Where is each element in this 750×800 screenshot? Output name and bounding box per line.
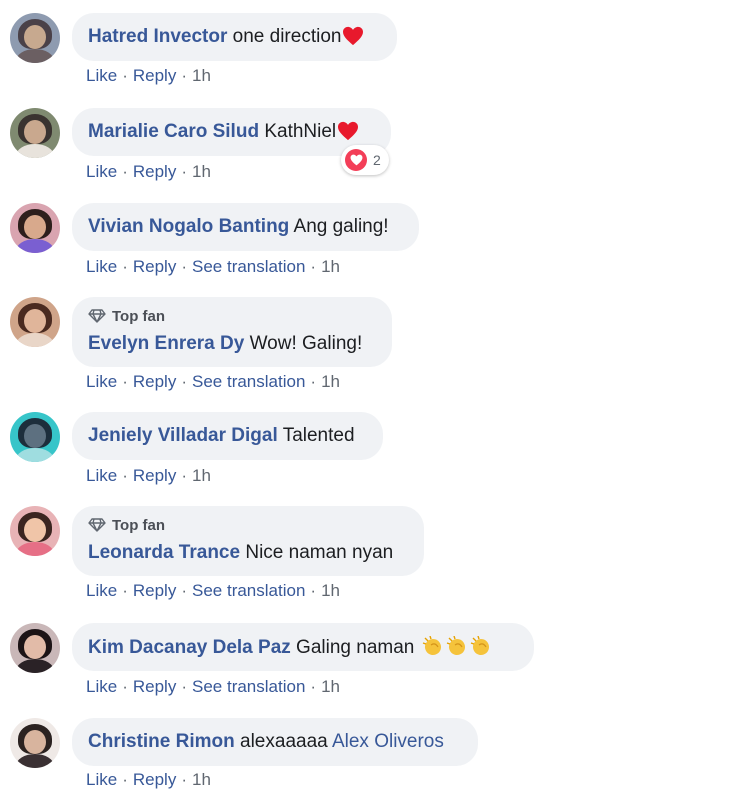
avatar-face (24, 730, 46, 754)
comment-actions: Like · Reply · 1h (86, 466, 211, 485)
see-translation-link[interactable]: See translation (192, 677, 305, 696)
see-translation-link[interactable]: See translation (192, 581, 305, 600)
comment-timestamp[interactable]: 1h (321, 581, 340, 600)
avatar[interactable] (10, 506, 60, 556)
comment-timestamp[interactable]: 1h (321, 677, 340, 696)
comment-bubble: Top fan Leonarda Trance Nice naman nyan (72, 506, 424, 576)
reply-link[interactable]: Reply (133, 372, 176, 391)
comment-text: Ang galing! (293, 216, 389, 237)
avatar-face (24, 309, 46, 333)
avatar[interactable] (10, 623, 60, 673)
reply-link[interactable]: Reply (133, 770, 176, 789)
comment-actions: Like · Reply · 1h (86, 770, 211, 789)
reply-link[interactable]: Reply (133, 677, 176, 696)
like-link[interactable]: Like (86, 66, 117, 85)
avatar-body (16, 542, 54, 556)
reaction-badge[interactable]: 2 (341, 145, 389, 175)
comment-actions: Like · Reply · See translation · 1h (86, 257, 340, 276)
comment-author[interactable]: Vivian Nogalo Banting (88, 216, 289, 237)
avatar-body (16, 333, 54, 347)
clap-emoji-icon (444, 636, 468, 658)
comment-timestamp[interactable]: 1h (192, 66, 211, 85)
comment-bubble: Christine Rimon alexaaaaa Alex Oliveros (72, 718, 478, 766)
avatar[interactable] (10, 412, 60, 462)
comment-timestamp[interactable]: 1h (321, 257, 340, 276)
top-fan-label: Top fan (112, 307, 166, 325)
heart-emoji-icon (342, 26, 364, 46)
comment-actions: Like · Reply · 1h (86, 162, 211, 181)
see-translation-link[interactable]: See translation (192, 372, 305, 391)
avatar-face (24, 120, 46, 144)
see-translation-link[interactable]: See translation (192, 257, 305, 276)
avatar-body (16, 448, 54, 462)
comment-bubble: Hatred Invector one direction (72, 13, 397, 61)
comment-bubble: Jeniely Villadar Digal Talented (72, 412, 383, 460)
like-link[interactable]: Like (86, 372, 117, 391)
like-link[interactable]: Like (86, 162, 117, 181)
comment-actions: Like · Reply · See translation · 1h (86, 372, 340, 391)
avatar-body (16, 754, 54, 768)
comment-author[interactable]: Christine Rimon (88, 731, 235, 752)
reaction-count: 2 (373, 152, 381, 168)
top-fan-label: Top fan (112, 516, 166, 534)
top-fan-diamond-icon (88, 309, 106, 323)
avatar[interactable] (10, 203, 60, 253)
reply-link[interactable]: Reply (133, 257, 176, 276)
like-link[interactable]: Like (86, 257, 117, 276)
comment-timestamp[interactable]: 1h (192, 466, 211, 485)
avatar[interactable] (10, 297, 60, 347)
comment-text: alexaaaaa (240, 731, 328, 752)
comment-text: one direction (232, 26, 342, 47)
comment-text: KathNiel (264, 121, 337, 142)
avatar-face (24, 215, 46, 239)
top-fan-diamond-icon (88, 518, 106, 532)
avatar-face (24, 25, 46, 49)
comment-bubble: Top fan Evelyn Enrera Dy Wow! Galing! (72, 297, 392, 367)
clap-emoji-icon (420, 636, 444, 658)
avatar-body (16, 659, 54, 673)
avatar-face (24, 518, 46, 542)
mention-link[interactable]: Alex Oliveros (332, 731, 444, 752)
comment-bubble: Kim Dacanay Dela Paz Galing naman (72, 623, 534, 671)
heart-emoji-icon (337, 121, 359, 141)
avatar-face (24, 424, 46, 448)
comment-bubble: Vivian Nogalo Banting Ang galing! (72, 203, 419, 251)
avatar-body (16, 49, 54, 63)
like-link[interactable]: Like (86, 770, 117, 789)
like-link[interactable]: Like (86, 581, 117, 600)
comment-author[interactable]: Jeniely Villadar Digal (88, 425, 278, 446)
reply-link[interactable]: Reply (133, 66, 176, 85)
reply-link[interactable]: Reply (133, 581, 176, 600)
comment-text: Talented (282, 425, 355, 446)
like-link[interactable]: Like (86, 466, 117, 485)
comment-text: Wow! Galing! (249, 333, 363, 354)
clap-emoji-icon (468, 636, 492, 658)
comment-text: Nice naman nyan (245, 542, 394, 563)
comment-actions: Like · Reply · See translation · 1h (86, 581, 340, 600)
avatar-body (16, 239, 54, 253)
avatar-face (24, 635, 46, 659)
comment-author[interactable]: Leonarda Trance (88, 542, 240, 563)
love-reaction-icon (345, 149, 367, 171)
comment-timestamp[interactable]: 1h (192, 162, 211, 181)
avatar[interactable] (10, 13, 60, 63)
comment-author[interactable]: Kim Dacanay Dela Paz (88, 637, 291, 658)
reply-link[interactable]: Reply (133, 162, 176, 181)
comment-timestamp[interactable]: 1h (321, 372, 340, 391)
top-fan-badge: Top fan (88, 305, 376, 327)
avatar[interactable] (10, 108, 60, 158)
reply-link[interactable]: Reply (133, 466, 176, 485)
comment-author[interactable]: Hatred Invector (88, 26, 227, 47)
top-fan-badge: Top fan (88, 514, 408, 536)
avatar[interactable] (10, 718, 60, 768)
avatar-body (16, 144, 54, 158)
comment-text: Galing naman (296, 637, 415, 658)
comment-author[interactable]: Marialie Caro Silud (88, 121, 259, 142)
comment-timestamp[interactable]: 1h (192, 770, 211, 789)
comment-actions: Like · Reply · 1h (86, 66, 211, 85)
comment-author[interactable]: Evelyn Enrera Dy (88, 333, 244, 354)
comment-actions: Like · Reply · See translation · 1h (86, 677, 340, 696)
like-link[interactable]: Like (86, 677, 117, 696)
comment-bubble: Marialie Caro Silud KathNiel (72, 108, 391, 156)
